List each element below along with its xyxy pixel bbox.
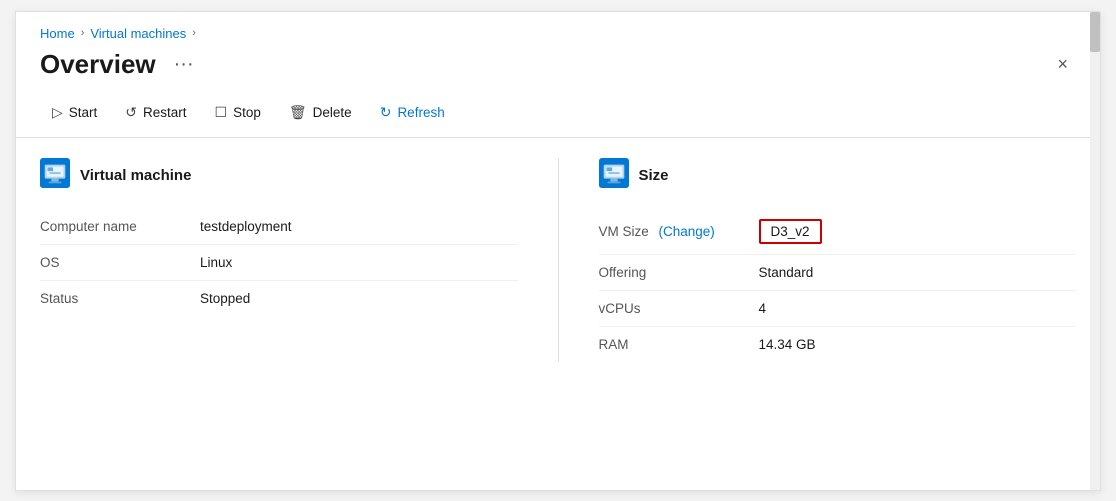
size-section-header: Size [599,158,1077,193]
status-label: Status [40,291,200,306]
chevron-icon-2: › [192,27,196,39]
page-title: Overview [40,49,156,80]
table-row: vCPUs 4 [599,291,1077,327]
size-section-title: Size [639,167,669,184]
delete-icon: 🗑 [289,104,307,121]
delete-label: Delete [313,105,352,120]
more-options-button[interactable]: ··· [168,51,200,78]
table-row: Status Stopped [40,281,518,316]
vm-section: Virtual machine Computer name testdeploy… [40,158,518,362]
section-divider [558,158,559,362]
vm-section-icon [40,158,70,193]
stop-button[interactable]: ☐ Stop [203,98,273,127]
overview-panel: Home › Virtual machines › Overview ··· ×… [15,11,1101,491]
stop-icon: ☐ [215,104,228,121]
scrollbar-thumb[interactable] [1090,12,1100,52]
restart-label: Restart [143,105,187,120]
breadcrumb-vms[interactable]: Virtual machines [90,26,186,41]
restart-icon: ↺ [125,104,137,121]
restart-button[interactable]: ↺ Restart [113,98,198,127]
table-row: Offering Standard [599,255,1077,291]
content-area: Virtual machine Computer name testdeploy… [16,138,1100,382]
offering-label: Offering [599,265,759,280]
header-left: Overview ··· [40,49,200,80]
scrollbar-track[interactable] [1090,12,1100,490]
table-row: OS Linux [40,245,518,281]
os-label: OS [40,255,200,270]
offering-value: Standard [759,265,814,280]
refresh-label: Refresh [397,105,444,120]
computer-name-value: testdeployment [200,219,292,234]
size-section: Size VM Size (Change) D3_v2 Offering Sta… [599,158,1077,362]
change-size-link[interactable]: (Change) [659,224,715,239]
start-label: Start [69,105,98,120]
size-info-table: VM Size (Change) D3_v2 Offering Standard… [599,209,1077,362]
chevron-icon-1: › [81,27,85,39]
table-row: VM Size (Change) D3_v2 [599,209,1077,255]
refresh-icon: ↻ [380,104,392,121]
table-row: RAM 14.34 GB [599,327,1077,362]
delete-button[interactable]: 🗑 Delete [277,98,364,127]
close-button[interactable]: × [1049,50,1076,79]
breadcrumb: Home › Virtual machines › [16,12,1100,45]
start-button[interactable]: ▷ Start [40,98,109,127]
refresh-button[interactable]: ↻ Refresh [368,98,457,127]
computer-name-label: Computer name [40,219,200,234]
vm-size-label: VM Size (Change) [599,224,759,239]
status-value: Stopped [200,291,250,306]
vm-section-header: Virtual machine [40,158,518,193]
ram-value: 14.34 GB [759,337,816,352]
vcpus-label: vCPUs [599,301,759,316]
vm-info-table: Computer name testdeployment OS Linux St… [40,209,518,316]
breadcrumb-home[interactable]: Home [40,26,75,41]
vm-section-title: Virtual machine [80,167,191,184]
size-section-icon [599,158,629,193]
ram-label: RAM [599,337,759,352]
start-icon: ▷ [52,104,63,121]
vcpus-value: 4 [759,301,767,316]
table-row: Computer name testdeployment [40,209,518,245]
stop-label: Stop [233,105,261,120]
toolbar: ▷ Start ↺ Restart ☐ Stop 🗑 Delete ↻ Refr… [16,90,1100,138]
os-value: Linux [200,255,232,270]
vm-size-value: D3_v2 [759,219,822,244]
header-row: Overview ··· × [16,45,1100,90]
